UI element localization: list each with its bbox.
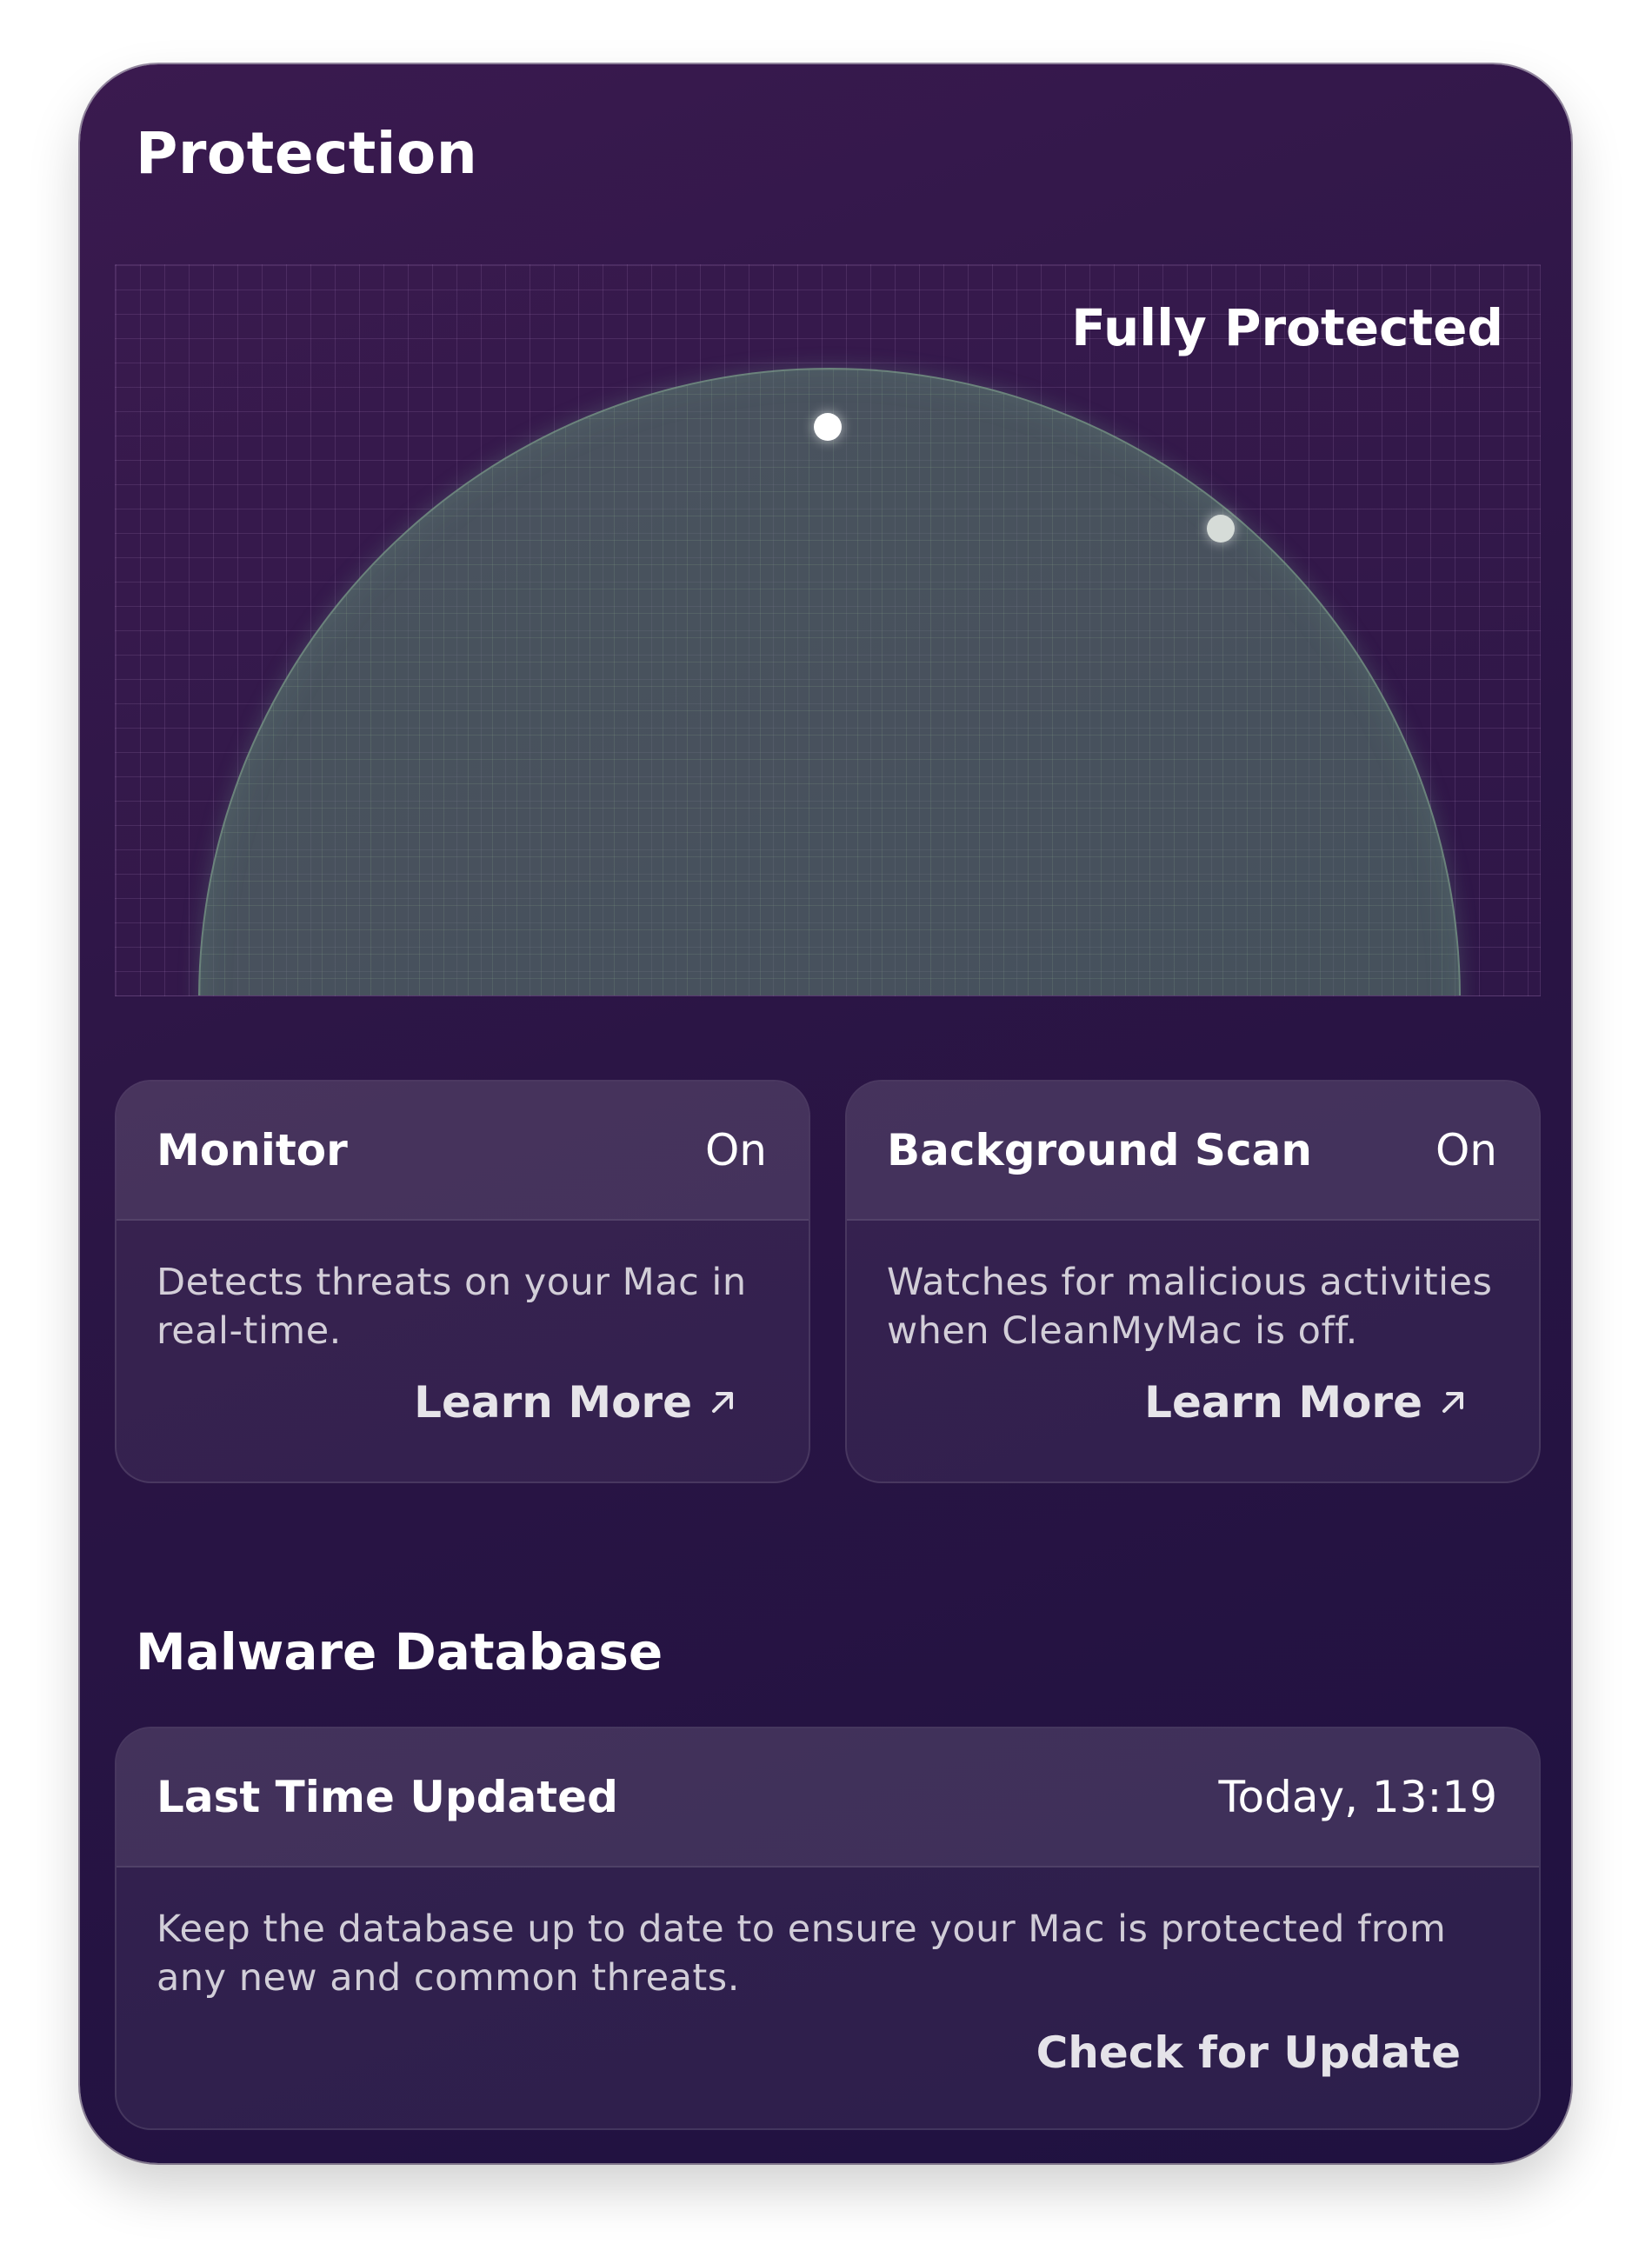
malware-database-card-header: Last Time Updated Today, 13:19: [117, 1728, 1539, 1868]
monitor-title: Monitor: [157, 1125, 348, 1175]
dome-grid: [200, 370, 1459, 995]
radar-dot: [1207, 515, 1235, 543]
background-scan-learn-more-link[interactable]: Learn More: [1144, 1377, 1468, 1428]
last-updated-title: Last Time Updated: [157, 1772, 618, 1822]
monitor-status: On: [704, 1125, 767, 1175]
check-for-update-button[interactable]: Check for Update: [1036, 2027, 1461, 2078]
arrow-up-right-icon: [1438, 1388, 1468, 1417]
protection-dome: [198, 368, 1461, 995]
background-scan-learn-more-label: Learn More: [1144, 1377, 1422, 1428]
protection-window: Protection Fully Protected Monitor On De…: [80, 64, 1571, 2163]
background-scan-description: Watches for malicious activities when Cl…: [887, 1261, 1493, 1353]
monitor-learn-more-link[interactable]: Learn More: [414, 1377, 737, 1428]
malware-database-heading: Malware Database: [136, 1622, 663, 1681]
radar-dot: [814, 413, 842, 441]
background-scan-title: Background Scan: [887, 1125, 1312, 1175]
background-scan-card-header: Background Scan On: [847, 1082, 1539, 1221]
monitor-learn-more-label: Learn More: [414, 1377, 692, 1428]
protection-status: Fully Protected: [1071, 298, 1503, 357]
last-updated-value: Today, 13:19: [1218, 1772, 1497, 1822]
arrow-up-right-icon: [708, 1388, 737, 1417]
monitor-description: Detects threats on your Mac in real-time…: [157, 1261, 747, 1353]
protection-radar: Fully Protected: [115, 264, 1541, 996]
background-scan-status: On: [1435, 1125, 1497, 1175]
malware-database-description: Keep the database up to date to ensure y…: [157, 1907, 1447, 2000]
monitor-card-header: Monitor On: [117, 1082, 809, 1221]
page-title: Protection: [136, 120, 478, 187]
